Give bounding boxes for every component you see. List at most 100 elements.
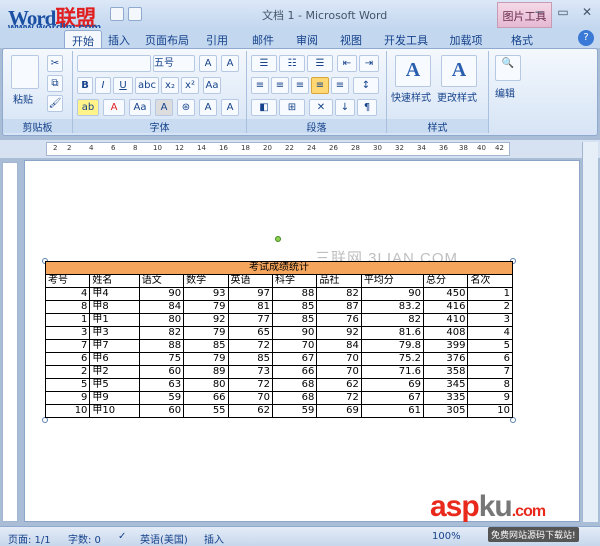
paste-icon[interactable] xyxy=(11,55,39,89)
page-count[interactable]: 页面: 1/1 xyxy=(8,531,51,546)
save-icon[interactable] xyxy=(110,7,124,21)
table-cell: 93 xyxy=(183,287,229,301)
horizontal-ruler[interactable]: 2 2 4 6 8 10 12 14 16 18 20 22 24 26 28 … xyxy=(0,140,600,158)
bold-button[interactable]: B xyxy=(77,77,93,94)
document-page[interactable]: 三联网 3LIAN.COM 考试成绩统计 考号 姓名 语文 数学 英语 科学 品… xyxy=(24,160,580,522)
table-cell: 9 xyxy=(467,391,513,405)
quick-styles-label[interactable]: 快速样式 xyxy=(391,89,431,104)
decrease-indent-icon[interactable]: ⇤ xyxy=(337,55,357,72)
tab-insert[interactable]: 插入 xyxy=(102,30,136,48)
tab-references[interactable]: 引用 xyxy=(200,30,234,48)
minimize-button[interactable]: − xyxy=(530,4,548,20)
format-painter-icon[interactable]: 🖌 xyxy=(47,95,63,112)
subscript-button[interactable]: x₂ xyxy=(161,77,179,94)
distribute-icon[interactable]: ≡ xyxy=(331,77,349,94)
increase-indent-icon[interactable]: ⇥ xyxy=(359,55,379,72)
insert-mode[interactable]: 插入 xyxy=(204,531,224,546)
quick-styles-icon[interactable]: A xyxy=(395,55,431,87)
zoom-level[interactable]: 100% xyxy=(432,531,461,542)
highlight-icon[interactable]: ab xyxy=(77,99,99,116)
language-indicator[interactable]: 英语(美国) xyxy=(140,531,188,546)
table-title-row: 考试成绩统计 xyxy=(45,261,513,275)
table-row: 1 甲1 80 92 77 85 76 82 410 3 xyxy=(44,313,513,327)
find-icon[interactable]: 🔍 xyxy=(495,55,521,81)
line-spacing-icon[interactable]: ↕ xyxy=(353,77,379,94)
change-case-icon[interactable]: Aa xyxy=(203,77,221,94)
superscript-button[interactable]: x² xyxy=(181,77,199,94)
tab-home[interactable]: 开始 xyxy=(64,30,102,48)
bullets-icon[interactable]: ☰ xyxy=(251,55,277,72)
vertical-ruler[interactable] xyxy=(2,162,18,522)
table-cell: 3 xyxy=(44,326,91,340)
table-cell: 85 xyxy=(271,313,318,327)
justify-icon[interactable]: ≡ xyxy=(311,77,329,94)
table-header: 平均分 xyxy=(360,274,425,288)
table-cell: 甲6 xyxy=(89,352,140,366)
show-marks-icon[interactable]: ¶ xyxy=(357,99,377,116)
font-color-icon[interactable]: A xyxy=(103,99,125,116)
undo-icon[interactable] xyxy=(128,7,142,21)
table-cell: 10 xyxy=(44,404,91,418)
table-cell: 83.2 xyxy=(360,300,425,314)
tab-developer[interactable]: 开发工具 xyxy=(380,30,432,48)
clipboard-group-label: 剪贴板 xyxy=(3,119,72,134)
vertical-scrollbar[interactable] xyxy=(582,142,598,522)
proofing-icon[interactable]: ✓ xyxy=(118,531,126,542)
align-left-icon[interactable]: ≡ xyxy=(251,77,269,94)
table-cell: 10 xyxy=(467,404,513,418)
ruler-num: 36 xyxy=(439,144,448,152)
tab-view[interactable]: 视图 xyxy=(334,30,368,48)
font-size-select[interactable]: 五号 xyxy=(153,55,195,72)
change-styles-icon[interactable]: A xyxy=(441,55,477,87)
table-header: 英语 xyxy=(227,274,273,288)
table-row: 2 甲2 60 89 73 66 70 71.6 358 7 xyxy=(44,365,513,379)
ribbon: 粘贴 ✂ ⧉ 🖌 剪贴板 五号 A A B I U abc x₂ x² Aa a… xyxy=(2,48,598,136)
numbering-icon[interactable]: ☷ xyxy=(279,55,305,72)
table-cell: 62 xyxy=(227,404,273,418)
table-cell: 67 xyxy=(360,391,425,405)
char-shading-button[interactable]: A xyxy=(155,99,173,116)
change-styles-label[interactable]: 更改样式 xyxy=(437,89,477,104)
tab-page-layout[interactable]: 页面布局 xyxy=(138,30,196,48)
tab-mailings[interactable]: 邮件 xyxy=(246,30,280,48)
edit-label[interactable]: 编辑 xyxy=(495,85,515,100)
table-cell: 3 xyxy=(467,313,513,327)
table-cell: 80 xyxy=(183,378,229,392)
shading-icon[interactable]: ◧ xyxy=(251,99,277,116)
table-cell: 70 xyxy=(316,365,362,379)
help-icon[interactable]: ? xyxy=(578,30,594,46)
sort-icon[interactable]: ↓ xyxy=(335,99,355,116)
tab-addins[interactable]: 加载项 xyxy=(444,30,488,48)
maximize-button[interactable]: ▭ xyxy=(554,4,572,20)
grow-font-icon[interactable]: A xyxy=(199,55,217,72)
table-cell: 79 xyxy=(183,300,229,314)
clear-format-icon[interactable]: A xyxy=(221,55,239,72)
enclose-char-icon[interactable]: ⊛ xyxy=(177,99,195,116)
align-right-icon[interactable]: ≡ xyxy=(291,77,309,94)
borders-icon[interactable]: ⊞ xyxy=(279,99,305,116)
table-row: 6 甲6 75 79 85 67 70 75.2 376 6 xyxy=(44,352,513,366)
close-button[interactable]: ✕ xyxy=(578,4,596,20)
table-cell: 6 xyxy=(44,352,91,366)
tab-review[interactable]: 审阅 xyxy=(290,30,324,48)
italic-button[interactable]: I xyxy=(95,77,111,94)
align-center-icon[interactable]: ≡ xyxy=(271,77,289,94)
table-cell: 甲7 xyxy=(89,339,140,353)
paragraph-group: ☰ ☷ ☰ ⇤ ⇥ ≡ ≡ ≡ ≡ ≡ ↕ ◧ ⊞ ✕ ↓ ¶ 段落 xyxy=(247,51,387,134)
char-scale-icon[interactable]: Aa xyxy=(129,99,151,116)
table-cell: 甲8 xyxy=(89,300,140,314)
strikethrough-button[interactable]: abc xyxy=(135,77,159,94)
grow-icon[interactable]: A xyxy=(199,99,217,116)
rotate-handle[interactable] xyxy=(275,236,281,242)
table-cell: 甲9 xyxy=(89,391,140,405)
multilevel-icon[interactable]: ☰ xyxy=(307,55,333,72)
copy-icon[interactable]: ⧉ xyxy=(47,75,63,92)
chinese-layout-icon[interactable]: ✕ xyxy=(309,99,333,116)
tab-format[interactable]: 格式 xyxy=(502,30,542,48)
underline-button[interactable]: U xyxy=(113,77,133,94)
word-count[interactable]: 字数: 0 xyxy=(68,531,101,546)
shrink-icon[interactable]: A xyxy=(221,99,239,116)
cut-icon[interactable]: ✂ xyxy=(47,55,63,72)
font-name-select[interactable] xyxy=(77,55,151,72)
paste-label[interactable]: 粘贴 xyxy=(13,91,33,106)
